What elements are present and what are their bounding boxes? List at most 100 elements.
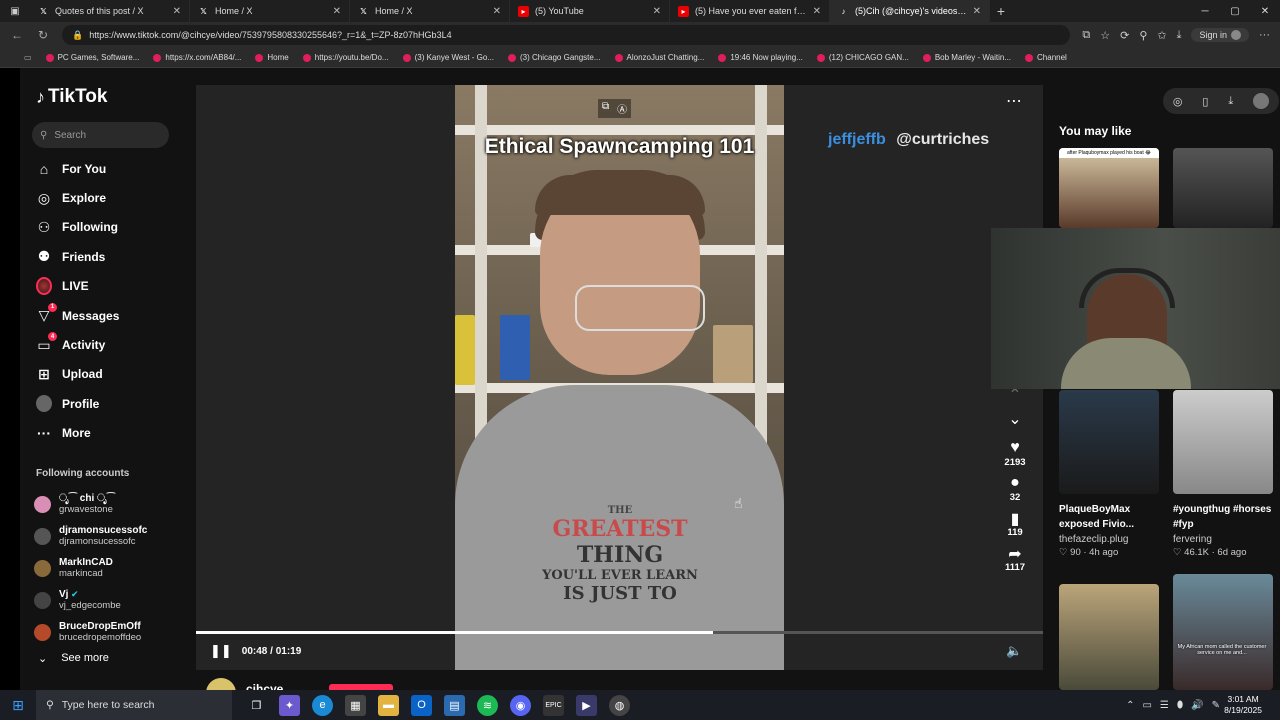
more-options-icon[interactable]: ⋯	[1006, 91, 1022, 111]
nav-item-for-you[interactable]: ⌂ For You	[36, 154, 186, 183]
file-explorer-icon[interactable]: ▬	[378, 694, 399, 716]
bookmark-item[interactable]: https://x.com/AB84/...	[153, 53, 241, 62]
bookmark-item[interactable]: (3) Kanye West - Go...	[402, 53, 494, 62]
store-icon[interactable]: ▦	[345, 694, 366, 716]
pen-icon[interactable]: ✎	[1212, 700, 1220, 711]
bookmark-item[interactable]: AlonzoJust Chatting...	[614, 53, 704, 62]
favorite-star-icon[interactable]: ☆	[1100, 29, 1110, 42]
see-more-button[interactable]: ⌄ See more	[38, 652, 109, 665]
video-author[interactable]: fervering	[1173, 534, 1212, 545]
nav-item-following[interactable]: ⚇ Following	[36, 213, 186, 242]
nav-item-messages[interactable]: ▽ 1 Messages	[36, 301, 186, 330]
recording-icon[interactable]: ◍	[609, 694, 630, 716]
collections-icon[interactable]: ✩	[1157, 29, 1166, 42]
close-tab-icon[interactable]: ✕	[653, 6, 661, 17]
search-input[interactable]: ⚲ Search	[32, 122, 169, 148]
task-view-icon[interactable]: ❐	[246, 695, 267, 716]
bookmark-icon[interactable]: ▭	[24, 53, 32, 62]
like-button[interactable]: ♥ 2193	[1004, 439, 1025, 468]
user-avatar[interactable]	[1253, 93, 1270, 109]
video-author[interactable]: thefazeclip.plug	[1059, 534, 1129, 545]
windows-start-icon[interactable]: ⊞	[0, 697, 36, 714]
tab-actions-icon[interactable]: ▣	[0, 6, 30, 17]
nav-item-more[interactable]: ··· More	[36, 419, 186, 448]
close-tab-icon[interactable]: ✕	[493, 6, 501, 17]
recommended-video-thumb[interactable]	[1173, 390, 1273, 494]
spotify-icon[interactable]: ≋	[477, 694, 498, 716]
taskbar-clock[interactable]: 3:01 AM 8/19/2025	[1224, 694, 1262, 716]
app-icon[interactable]: ▶	[576, 694, 597, 716]
close-tab-icon[interactable]: ✕	[973, 6, 981, 17]
network-icon[interactable]: ☰	[1160, 700, 1169, 711]
bookmark-item[interactable]: Bob Marley - Waitin...	[922, 53, 1011, 62]
following-account[interactable]: ೃ⁀ chi ೃ⁀ grwavestone	[34, 488, 189, 520]
browser-tab[interactable]: 𝕏 Home / X ✕	[190, 0, 350, 22]
nav-item-upload[interactable]: ⊞ Upload	[36, 360, 186, 389]
bookmark-item[interactable]: 19:46 Now playing...	[718, 53, 803, 62]
browser-tab[interactable]: ▸ (5) Have you ever eaten fish this ✕	[670, 0, 830, 22]
scroll-down-button[interactable]: ⌄	[1008, 409, 1021, 428]
bookmark-item[interactable]: Home	[255, 53, 289, 62]
close-tab-icon[interactable]: ✕	[333, 6, 341, 17]
tiktok-logo[interactable]: ♪ TikTok	[36, 86, 107, 108]
browser-tab[interactable]: 𝕏 Quotes of this post / X ✕	[30, 0, 190, 22]
video-caption[interactable]: PlaqueBoyMax exposed Fivio...	[1059, 502, 1164, 532]
share-button[interactable]: ➦ 1117	[1005, 544, 1025, 573]
picture-in-picture-window[interactable]	[991, 228, 1280, 389]
save-button[interactable]: ▮ 119	[1007, 509, 1022, 538]
download-icon[interactable]: ⤓	[1177, 29, 1182, 42]
volume-icon[interactable]: 🔈	[1006, 643, 1022, 659]
browser-tab[interactable]: ▸ (5) YouTube ✕	[510, 0, 670, 22]
close-window-icon[interactable]: ✕	[1250, 0, 1280, 22]
compass-icon[interactable]: ◎	[1173, 95, 1183, 108]
recommended-video-thumb[interactable]	[1059, 584, 1159, 690]
video-player[interactable]: THE GREATEST THING YOU'LL EVER LEARN IS …	[196, 85, 1043, 670]
split-screen-icon[interactable]: ⧉	[1082, 29, 1090, 42]
pause-icon[interactable]: ❚❚	[210, 643, 232, 659]
nav-item-profile[interactable]: Profile	[36, 389, 186, 418]
phone-icon[interactable]: ▯	[1202, 95, 1208, 108]
close-tab-icon[interactable]: ✕	[813, 6, 821, 17]
close-tab-icon[interactable]: ✕	[173, 6, 181, 17]
following-account[interactable]: djramonsucessofc djramonsucessofc	[34, 520, 189, 552]
nav-item-explore[interactable]: ◎ Explore	[36, 183, 186, 212]
bookmark-item[interactable]: (3) Chicago Gangste...	[508, 53, 601, 62]
recommended-video-thumb[interactable]	[1173, 148, 1273, 228]
copilot-icon[interactable]: ✦	[279, 694, 300, 716]
outlook-icon[interactable]: O	[411, 694, 432, 716]
app-icon[interactable]: ▤	[444, 694, 465, 716]
bookmark-item[interactable]: PC Games, Software...	[45, 53, 139, 62]
bookmark-item[interactable]: https://youtu.be/Do...	[302, 53, 389, 62]
browser-tab[interactable]: ♪ (5)Cih (@cihcye)'s videos wi ✕	[830, 0, 990, 22]
video-progress-bar[interactable]	[196, 631, 1043, 634]
refresh-extension-icon[interactable]: ⟳	[1120, 29, 1129, 42]
volume-icon[interactable]: 🔊	[1191, 700, 1203, 711]
nav-item-friends[interactable]: ⚉ Friends	[36, 242, 186, 271]
new-tab-button[interactable]: +	[990, 3, 1012, 19]
back-icon[interactable]: ←	[10, 28, 24, 42]
edge-browser-icon[interactable]: e	[312, 694, 333, 716]
following-account[interactable]: Vj ✔ vj_edgecombe	[34, 584, 189, 616]
minimize-icon[interactable]: ─	[1190, 0, 1220, 22]
comment-button[interactable]: ● 32	[1010, 474, 1021, 503]
recommended-video-thumb[interactable]	[1059, 390, 1159, 494]
video-caption[interactable]: #youngthug #horses #fyp	[1173, 502, 1278, 532]
microphone-icon[interactable]: ⬮	[1177, 700, 1183, 711]
following-account[interactable]: MarkInCAD markincad	[34, 552, 189, 584]
tray-app-icon[interactable]: ▭	[1142, 700, 1151, 711]
recommended-video-thumb[interactable]: My African mom called the customer servi…	[1173, 574, 1273, 690]
following-account[interactable]: BruceDropEmOff brucedropemoffdeo	[34, 616, 189, 648]
nav-item-live[interactable]: LIVE	[36, 272, 186, 301]
browser-tab[interactable]: 𝕏 Home / X ✕	[350, 0, 510, 22]
discord-icon[interactable]: ◉	[510, 694, 531, 716]
taskbar-search[interactable]: ⚲ Type here to search	[36, 690, 232, 720]
download-icon[interactable]: ⤓	[1228, 95, 1233, 108]
menu-dots-icon[interactable]: ···	[1259, 29, 1270, 41]
epic-games-icon[interactable]: EPIC	[543, 694, 564, 716]
video-frame[interactable]: THE GREATEST THING YOU'LL EVER LEARN IS …	[455, 85, 784, 670]
chevron-up-icon[interactable]: ⌃	[1126, 700, 1134, 711]
url-field[interactable]: 🔒 https://www.tiktok.com/@cihcye/video/7…	[62, 25, 1071, 45]
caption-icon[interactable]: Ⓐ	[617, 101, 627, 116]
recommended-video-thumb[interactable]: after Plaquboymax played his boat 😂	[1059, 148, 1159, 228]
bookmark-item[interactable]: Channel	[1025, 53, 1067, 62]
